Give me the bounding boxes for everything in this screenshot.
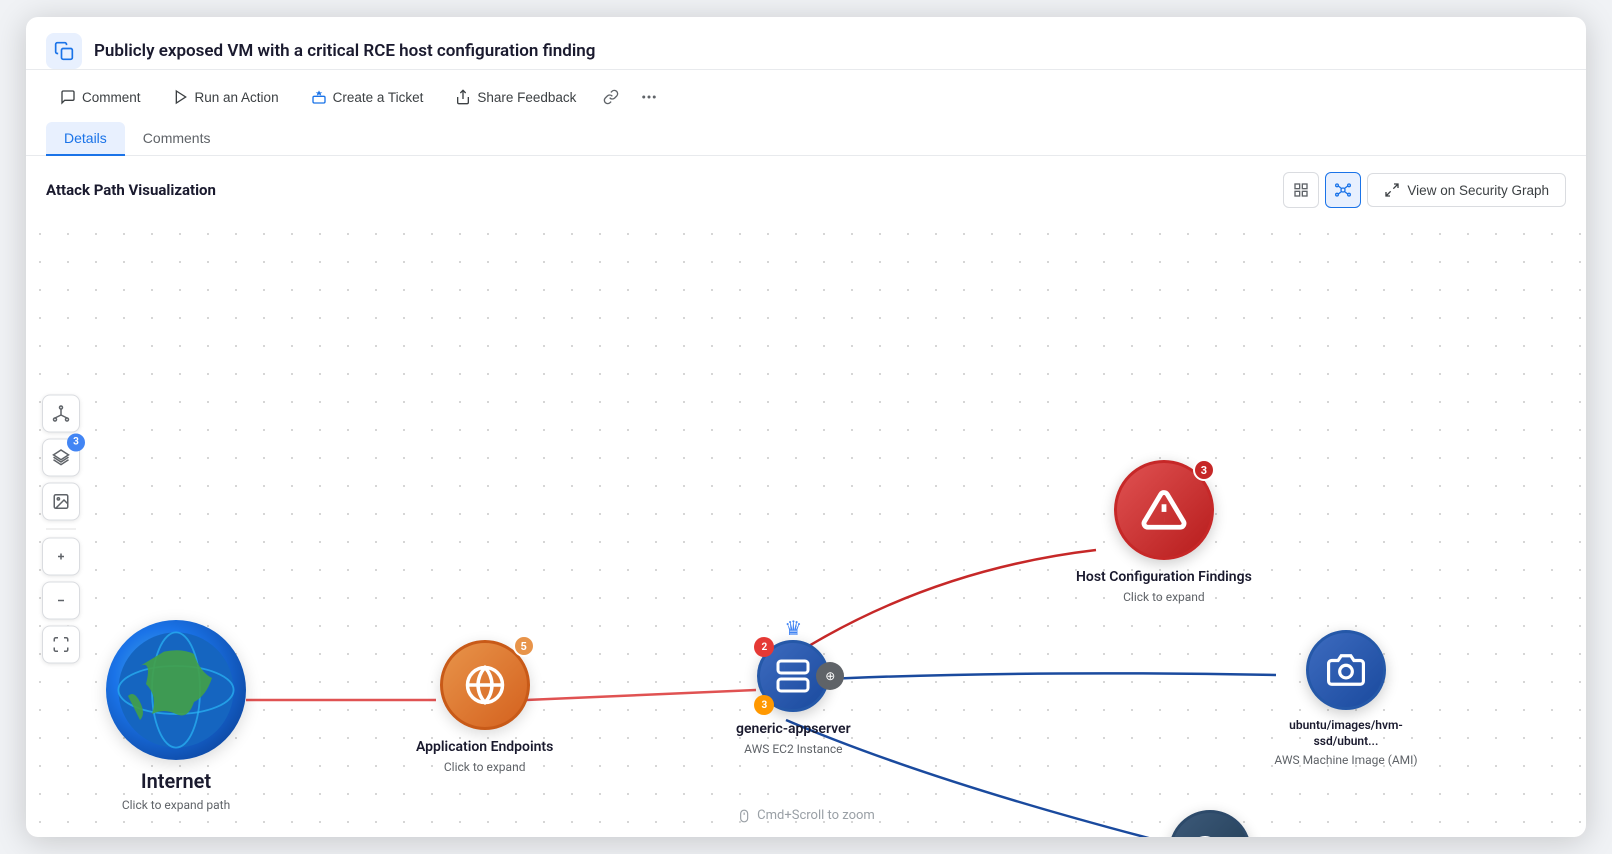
share-feedback-button[interactable]: Share Feedback: [441, 82, 590, 112]
fit-tool[interactable]: [42, 625, 80, 663]
aws-circle: [1169, 810, 1251, 837]
fit-icon: [52, 635, 70, 653]
server-badge-orange: 3: [754, 695, 774, 715]
bottom-hint: Cmd+Scroll to zoom: [737, 808, 875, 823]
server-sublabel: AWS EC2 Instance: [744, 742, 842, 756]
server-icon: [775, 658, 811, 694]
app-endpoints-label: Application Endpoints: [416, 738, 553, 756]
ami-node[interactable]: ubuntu/images/hvm-ssd/ubunt... AWS Machi…: [1266, 630, 1426, 767]
cloud-icon: [1190, 831, 1230, 837]
layers-icon: [52, 448, 70, 466]
share-icon: [455, 89, 471, 105]
network-icon: [1335, 182, 1351, 198]
ami-label: ubuntu/images/hvm-ssd/ubunt...: [1266, 718, 1426, 749]
play-icon: [173, 89, 189, 105]
server-node[interactable]: ♛ 2 3 ⊕ generic-appserver AWS EC2 Instan…: [736, 640, 851, 756]
grid-view-button[interactable]: [1283, 172, 1319, 208]
zoom-out-icon: [52, 591, 70, 609]
graph-canvas[interactable]: 3: [26, 220, 1586, 837]
server-badge-red: 2: [754, 637, 774, 657]
globe-icon: [464, 664, 506, 706]
internet-circle: [106, 620, 246, 760]
app-endpoints-circle: 5: [440, 640, 530, 730]
tab-comments[interactable]: Comments: [125, 122, 229, 156]
app-endpoints-sublabel: Click to expand: [444, 760, 526, 774]
comment-button[interactable]: Comment: [46, 82, 155, 112]
app-endpoints-badge: 5: [513, 635, 535, 657]
graph-title: Attack Path Visualization: [46, 181, 216, 199]
host-config-circle: 3: [1114, 460, 1214, 560]
host-config-label: Host Configuration Findings: [1076, 568, 1252, 586]
tabs: Details Comments: [26, 114, 1586, 156]
layers-badge: 3: [67, 433, 85, 451]
host-config-badge: 3: [1193, 459, 1215, 481]
zoom-in-tool[interactable]: [42, 537, 80, 575]
sidebar-divider-1: [46, 528, 76, 529]
ami-sublabel: AWS Machine Image (AMI): [1274, 753, 1417, 767]
host-config-node[interactable]: 3 Host Configuration Findings Click to e…: [1076, 460, 1252, 604]
link-button[interactable]: [594, 80, 628, 114]
view-security-graph-label: View on Security Graph: [1407, 183, 1549, 198]
create-ticket-button[interactable]: Create a Ticket: [297, 82, 438, 112]
more-icon: [640, 88, 658, 106]
ami-circle: [1306, 630, 1386, 710]
server-label: generic-appserver: [736, 720, 851, 738]
link-icon: [603, 89, 619, 105]
expand-icon: [1384, 182, 1400, 198]
grid-icon: [1293, 182, 1309, 198]
more-options-button[interactable]: [632, 80, 666, 114]
window-icon: [46, 33, 82, 69]
graph-view-button[interactable]: [1325, 172, 1361, 208]
zoom-in-icon: [52, 547, 70, 565]
view-security-graph-button[interactable]: View on Security Graph: [1367, 173, 1566, 207]
graph-panel: Attack Path Visualization: [26, 156, 1586, 837]
earth-svg: [116, 630, 236, 750]
page-title: Publicly exposed VM with a critical RCE …: [94, 41, 1566, 61]
zoom-out-tool[interactable]: [42, 581, 80, 619]
header: Publicly exposed VM with a critical RCE …: [26, 17, 1586, 70]
layers-tool[interactable]: 3: [42, 438, 80, 476]
graph-sidebar: 3: [42, 394, 80, 663]
comment-icon: [60, 89, 76, 105]
zoom-hint-label: Cmd+Scroll to zoom: [757, 808, 875, 823]
tab-details[interactable]: Details: [46, 122, 125, 156]
graph-header: Attack Path Visualization: [26, 156, 1586, 220]
server-circle: 2 3 ⊕: [757, 640, 829, 712]
internet-label: Internet: [141, 768, 211, 794]
internet-node[interactable]: Internet Click to expand path: [106, 620, 246, 812]
tab-comments-label: Comments: [143, 130, 211, 146]
app-endpoints-node[interactable]: 5 Application Endpoints Click to expand: [416, 640, 553, 774]
internet-sublabel: Click to expand path: [122, 798, 230, 812]
mouse-icon: [737, 809, 751, 823]
tab-details-label: Details: [64, 130, 107, 146]
run-action-button[interactable]: Run an Action: [159, 82, 293, 112]
graph-header-actions: View on Security Graph: [1283, 172, 1566, 208]
warning-icon: [1141, 487, 1187, 533]
hierarchy-tool[interactable]: [42, 394, 80, 432]
target-overlay: ⊕: [816, 662, 844, 690]
camera-icon: [1327, 651, 1365, 689]
aws-account-node[interactable]: AWS Demo Scenarios 2 AWS Account: [1136, 810, 1284, 837]
share-feedback-label: Share Feedback: [477, 90, 576, 105]
create-ticket-label: Create a Ticket: [333, 90, 424, 105]
host-config-sublabel: Click to expand: [1123, 590, 1205, 604]
hierarchy-icon: [52, 404, 70, 422]
ticket-icon: [311, 89, 327, 105]
image-tool[interactable]: [42, 482, 80, 520]
comment-label: Comment: [82, 90, 141, 105]
main-window: Publicly exposed VM with a critical RCE …: [26, 17, 1586, 837]
run-action-label: Run an Action: [195, 90, 279, 105]
crown-icon: ♛: [784, 616, 802, 640]
image-icon: [52, 492, 70, 510]
toolbar: Comment Run an Action Create a Ticket Sh…: [26, 70, 1586, 114]
